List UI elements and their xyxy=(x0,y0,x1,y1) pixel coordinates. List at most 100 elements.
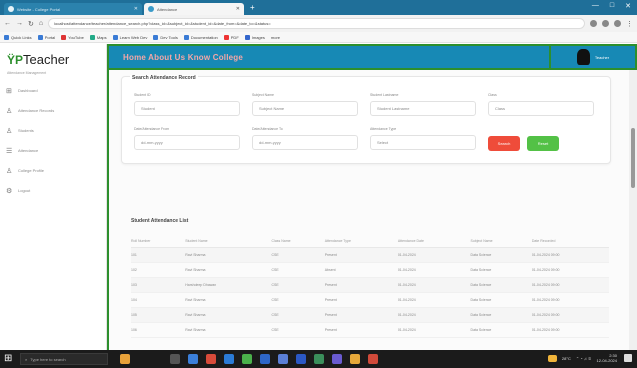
table-cell: 01-04-2024 xyxy=(397,307,471,323)
star-icon[interactable] xyxy=(590,20,597,27)
sidebar-item-students[interactable]: ♙ Students xyxy=(6,128,102,135)
search-button[interactable]: Search xyxy=(488,136,520,151)
table-cell: 105 xyxy=(131,307,186,323)
window-close-icon[interactable]: ✕ xyxy=(625,2,631,10)
class-input[interactable]: Class xyxy=(488,101,594,116)
bookmark[interactable]: Images xyxy=(244,34,265,40)
app-icon[interactable] xyxy=(278,354,288,364)
subject-name-input[interactable]: Subject Name xyxy=(252,101,358,116)
header-brand[interactable]: Home About Us Know College xyxy=(123,53,243,62)
column-header[interactable]: Roll Number xyxy=(131,236,186,248)
logo-icon: ŸP xyxy=(7,52,24,67)
table-cell: 103 xyxy=(131,277,186,293)
table-cell: Data Science xyxy=(470,307,532,323)
table-cell: 102 xyxy=(131,262,186,278)
app-icon[interactable] xyxy=(332,354,342,364)
tray-icons[interactable]: ⌃ ◔ ♫ ⚟ xyxy=(576,356,592,361)
tab-college-portal[interactable]: Website - College Portal ✕ xyxy=(4,3,142,15)
bookmark[interactable]: Dev Tools xyxy=(153,34,178,40)
profile-icon[interactable] xyxy=(614,20,621,27)
sidebar-item-college-profile[interactable]: ♙ College Profile xyxy=(6,168,102,175)
date-to-input[interactable]: dd-mm-yyyy xyxy=(252,135,358,150)
tab-attendance[interactable]: Attendance ✕ xyxy=(144,3,244,15)
bookmark[interactable]: Documentation xyxy=(183,34,218,40)
clock[interactable]: 2:30 12-04-2024 xyxy=(597,353,617,363)
sidebar-item-dashboard[interactable]: ⊞ Dashboard xyxy=(6,88,102,95)
table-row: 106 Ravi Sharma CSE Present 01-04-2024 Data S… xyxy=(131,322,609,338)
new-tab-button[interactable]: + xyxy=(250,3,255,13)
column-header[interactable]: Attendance Date xyxy=(397,236,471,248)
bookmark[interactable]: Quick Links xyxy=(4,34,32,40)
menu-icon[interactable]: ⋮ xyxy=(626,20,633,28)
table-cell: Present xyxy=(324,277,398,293)
pdf-icon xyxy=(223,34,229,40)
attendance-type-select[interactable]: Select xyxy=(370,135,476,150)
office-icon[interactable] xyxy=(206,354,216,364)
file-explorer-icon[interactable] xyxy=(350,354,360,364)
sidebar-item-attendance[interactable]: ☰ Attendance xyxy=(6,148,102,155)
bookmark[interactable]: more xyxy=(271,35,280,40)
android-studio-icon[interactable] xyxy=(242,354,252,364)
page-scrollbar[interactable] xyxy=(629,70,637,352)
address-bar: ← → ↻ ⌂ localhost/attendance/teacher/att… xyxy=(0,15,637,32)
main-panel: Home About Us Know College Teacher Searc… xyxy=(107,44,637,352)
gear-icon: ⚙ xyxy=(6,188,13,195)
excel-icon[interactable] xyxy=(314,354,324,364)
home-icon[interactable]: ⌂ xyxy=(39,20,43,27)
edge-icon[interactable] xyxy=(188,354,198,364)
logo[interactable]: ŸP Teacher xyxy=(7,52,69,67)
user-name: Teacher xyxy=(594,54,610,60)
maximize-icon[interactable]: □ xyxy=(610,2,614,10)
weather-app-icon[interactable] xyxy=(120,354,130,364)
column-header[interactable]: Subject Name xyxy=(470,236,532,248)
table-cell: 01-04-2024 xyxy=(397,292,471,308)
chrome-icon[interactable] xyxy=(224,354,234,364)
table-header-row: Roll Number Student Name Class Name Atte… xyxy=(131,236,609,248)
column-header[interactable]: Student Name xyxy=(185,236,272,248)
date-from-input[interactable]: dd-mm-yyyy xyxy=(134,135,240,150)
sidebar: ŸP Teacher Attendance Management ⊞ Dashbo… xyxy=(0,44,107,350)
url-field[interactable]: localhost/attendance/teacher/attendance_… xyxy=(48,18,585,29)
close-icon[interactable]: ✕ xyxy=(236,6,240,12)
table-cell: CSE xyxy=(271,292,325,308)
reload-icon[interactable]: ↻ xyxy=(28,20,34,28)
sidebar-item-logout[interactable]: ⚙ Logout xyxy=(6,188,102,195)
word-icon[interactable] xyxy=(296,354,306,364)
back-icon[interactable]: ← xyxy=(4,20,11,27)
sidebar-item-attendance-records[interactable]: ♙ Attendance Records xyxy=(6,108,102,115)
table-cell: Present xyxy=(324,247,398,263)
bookmark[interactable]: Learn Web Dev xyxy=(112,34,147,40)
table-cell: 106 xyxy=(131,322,186,338)
bookmark[interactable]: Portal xyxy=(37,34,55,40)
table-row: 101 Ravi Sharma CSE Present 01-04-2024 Data S… xyxy=(131,247,609,263)
taskbar-search[interactable]: ⌕ Type here to search xyxy=(20,353,108,365)
table-cell: 101 xyxy=(131,247,186,263)
minimize-icon[interactable]: — xyxy=(592,2,599,10)
bookmark[interactable]: YouTube xyxy=(61,34,84,40)
column-header[interactable]: Class Name xyxy=(271,236,325,248)
column-header[interactable]: Date Recorded xyxy=(531,236,609,248)
table-cell: 01-04-2024 xyxy=(397,247,471,263)
extensions-icon[interactable] xyxy=(602,20,609,27)
scrollbar-thumb[interactable] xyxy=(631,128,635,188)
user-menu[interactable]: Teacher xyxy=(549,46,637,70)
search-card: Search Attendance Record Student ID Stud… xyxy=(121,75,611,164)
bookmark[interactable]: Maps xyxy=(89,34,107,40)
reset-button[interactable]: Reset xyxy=(527,136,559,151)
vscode-icon[interactable] xyxy=(260,354,270,364)
images-icon xyxy=(244,34,250,40)
close-icon[interactable]: ✕ xyxy=(134,6,138,12)
windows-start-icon[interactable]: ⊞ xyxy=(4,354,14,364)
bookmark[interactable]: PDF xyxy=(223,34,239,40)
task-view-icon[interactable] xyxy=(170,354,180,364)
forward-icon[interactable]: → xyxy=(16,20,23,27)
table-cell: 104 xyxy=(131,292,186,308)
student-id-input[interactable]: Student xyxy=(134,101,240,116)
document-icon: ♙ xyxy=(6,168,13,175)
browser-window: Website - College Portal ✕ Attendance ✕ … xyxy=(0,0,637,368)
app-icon[interactable] xyxy=(368,354,378,364)
student-lastname-input[interactable]: Student Lastname xyxy=(370,101,476,116)
table-row: 105 Ravi Sharma CSE Present 01-04-2024 Data S… xyxy=(131,307,609,323)
notification-icon[interactable] xyxy=(624,354,632,362)
column-header[interactable]: Attendance Type xyxy=(324,236,398,248)
